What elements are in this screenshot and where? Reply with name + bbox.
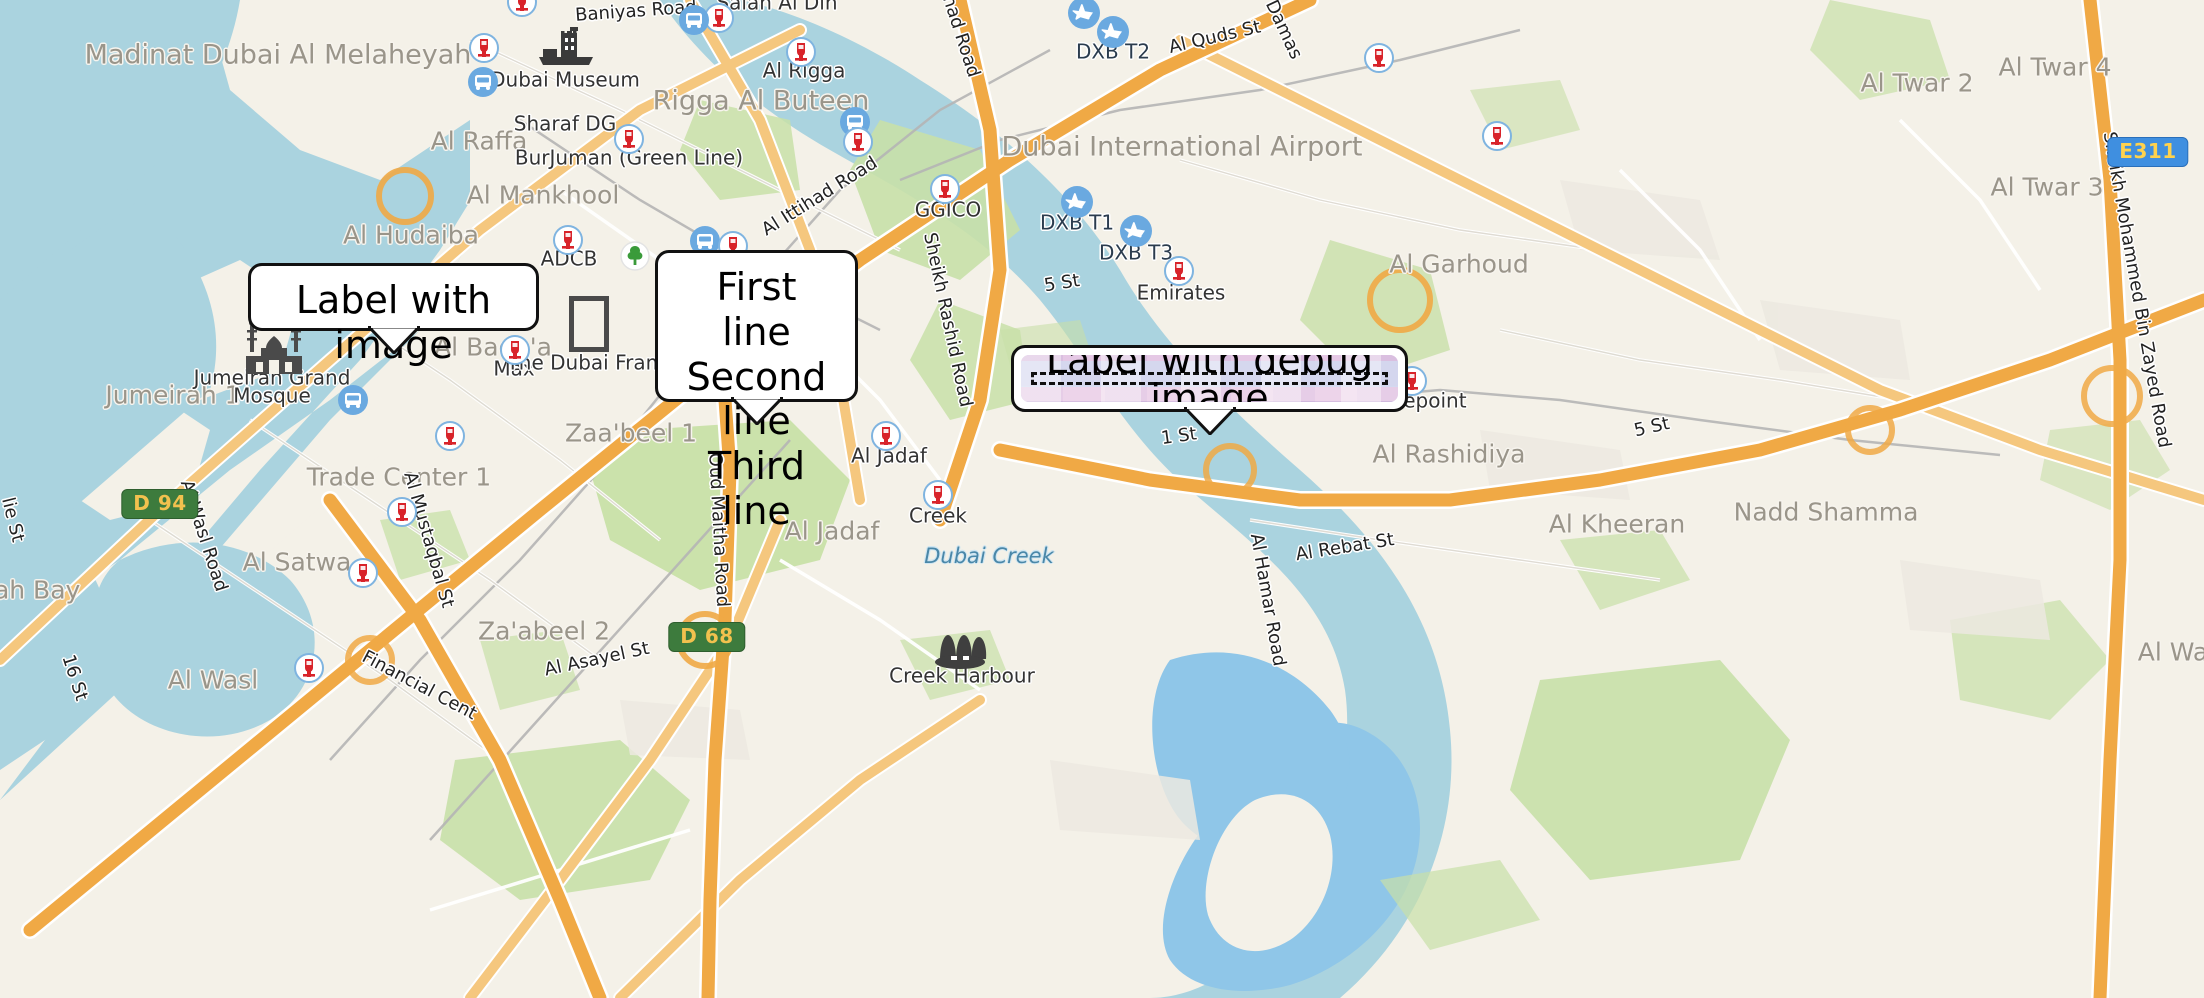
bus-stop-icon[interactable] bbox=[466, 65, 500, 99]
bus-stop-icon[interactable] bbox=[677, 3, 711, 37]
metro-station-icon[interactable] bbox=[1162, 254, 1196, 288]
park-tree-icon[interactable] bbox=[618, 239, 652, 273]
metro-station-icon[interactable] bbox=[385, 495, 419, 529]
callout-tail bbox=[1183, 407, 1236, 435]
metro-station-icon[interactable] bbox=[612, 122, 646, 156]
metro-station-icon[interactable] bbox=[551, 223, 585, 257]
metro-station-icon[interactable] bbox=[505, 0, 539, 19]
creek-harbour-icon bbox=[929, 625, 991, 675]
airport-icon[interactable] bbox=[1059, 184, 1093, 218]
map-base-layer bbox=[0, 0, 2204, 998]
route-shield: E311 bbox=[2107, 137, 2189, 167]
callout-tail bbox=[367, 326, 420, 354]
metro-station-icon[interactable] bbox=[841, 125, 875, 159]
metro-station-icon[interactable] bbox=[1362, 41, 1396, 75]
map-viewport[interactable]: Madinat Dubai Al Melaheyah Al Raffa Rigga … bbox=[0, 0, 2204, 998]
route-shield: D 94 bbox=[121, 489, 199, 519]
callout-bubble[interactable]: Label with debug image bbox=[1011, 345, 1408, 435]
bus-stop-icon[interactable] bbox=[336, 383, 370, 417]
airport-icon[interactable] bbox=[1095, 14, 1129, 48]
museum-fort-icon bbox=[537, 27, 595, 73]
metro-station-icon[interactable] bbox=[928, 172, 962, 206]
callout-bubble[interactable]: First line Second line Third line bbox=[655, 250, 858, 533]
callout-bubble[interactable]: Label with image bbox=[248, 263, 539, 367]
metro-station-icon[interactable] bbox=[1480, 119, 1514, 153]
metro-station-icon[interactable] bbox=[869, 419, 903, 453]
metro-station-icon[interactable] bbox=[784, 35, 818, 69]
metro-station-icon[interactable] bbox=[292, 651, 326, 685]
route-shield: D 68 bbox=[668, 622, 746, 652]
callout-text: Label with debug image bbox=[1045, 355, 1374, 402]
debug-image-backdrop: Label with debug image bbox=[1021, 355, 1398, 402]
metro-station-icon[interactable] bbox=[467, 31, 501, 65]
callout-text: Label with image bbox=[295, 278, 492, 367]
metro-station-icon[interactable] bbox=[346, 556, 380, 590]
callout-tail bbox=[730, 397, 783, 425]
dubai-frame-icon bbox=[568, 295, 610, 356]
airport-icon[interactable] bbox=[1118, 213, 1152, 247]
metro-station-icon[interactable] bbox=[921, 478, 955, 512]
metro-station-icon[interactable] bbox=[433, 419, 467, 453]
